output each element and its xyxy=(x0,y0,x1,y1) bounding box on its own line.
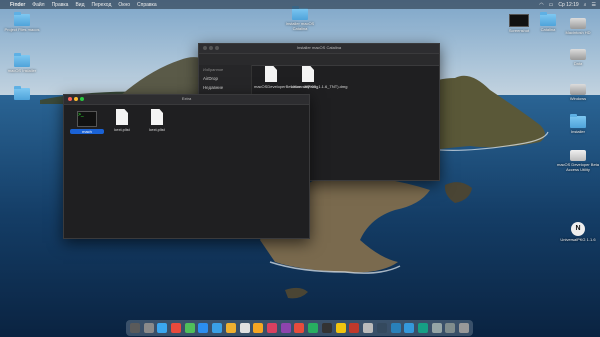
dock-app-icon[interactable] xyxy=(267,323,278,333)
menu-window[interactable]: Окно xyxy=(118,2,130,8)
dock-app-icon[interactable] xyxy=(349,323,360,333)
menu-finder[interactable]: Finder xyxy=(10,2,25,8)
dock-app-icon[interactable] xyxy=(321,323,332,333)
dock-app-icon[interactable] xyxy=(143,323,154,333)
dock-app-icon[interactable] xyxy=(198,323,209,333)
desktop-drive-data[interactable]: Data xyxy=(556,49,600,66)
sidebar-item-airdrop[interactable]: AirDrop xyxy=(199,74,251,83)
window-titlebar[interactable]: Extra xyxy=(64,95,309,105)
folder-icon xyxy=(14,12,30,26)
folder-icon xyxy=(292,6,308,20)
desktop-folder-installer-catalina[interactable]: Installer macOS Catalina xyxy=(278,6,322,31)
menu-help[interactable]: Справка xyxy=(137,2,157,8)
dmg-file-icon xyxy=(302,66,314,82)
sidebar-item-recents[interactable]: Недавние xyxy=(199,83,251,92)
hard-drive-icon xyxy=(570,18,586,29)
file-macos-developer-beta-dmg[interactable]: macOSDeveloperBetaAcc...ility.dmg xyxy=(254,66,318,89)
dock-app-icon[interactable] xyxy=(171,323,182,333)
clock[interactable]: Ср 12:19 xyxy=(558,2,578,8)
hard-drive-icon xyxy=(570,49,586,60)
terminal-executable-icon: >_ xyxy=(77,111,97,127)
desktop-folder-macos-installer[interactable]: macOS Installer xyxy=(0,53,44,73)
dock-app-icon[interactable] xyxy=(390,323,401,333)
menu-go[interactable]: Переход xyxy=(92,2,112,8)
plist-file-icon xyxy=(116,109,128,125)
dock-app-icon[interactable] xyxy=(335,323,346,333)
menu-edit[interactable]: Правка xyxy=(52,2,69,8)
folder-icon xyxy=(540,12,556,26)
desktop-folder-installer[interactable]: Installer xyxy=(556,114,600,134)
window-titlebar[interactable]: Installer macOS Catalina xyxy=(199,44,439,54)
wifi-icon[interactable]: ◠ xyxy=(539,2,543,8)
file-kext-plist-2[interactable]: kext.plist xyxy=(140,109,174,132)
dock-app-icon[interactable] xyxy=(404,323,415,333)
dock-app-icon[interactable] xyxy=(253,323,264,333)
desktop-file-universalpkg[interactable]: N UniversalPKG 1.1.6 xyxy=(556,222,600,242)
dock-app-icon[interactable] xyxy=(157,323,168,333)
window-title: Extra xyxy=(181,96,192,101)
window-title: Installer macOS Catalina xyxy=(296,45,342,50)
dock-app-icon[interactable] xyxy=(225,323,236,333)
desktop-drive-macintosh-hd[interactable]: Macintosh HD xyxy=(556,18,600,35)
tnt-logo-icon: N xyxy=(571,222,585,236)
desktop-folder-project-files[interactable]: Project Files macos xyxy=(0,12,44,32)
plist-file-icon xyxy=(151,109,163,125)
dock-app-icon[interactable] xyxy=(417,323,428,333)
folder-icon xyxy=(14,53,30,67)
search-icon[interactable]: ⌕ xyxy=(584,2,587,8)
dock-app-icon[interactable] xyxy=(129,323,140,333)
dock-app-icon[interactable] xyxy=(363,323,374,333)
menu-bar: Finder Файл Правка Вид Переход Окно Спра… xyxy=(0,0,600,9)
file-universalpkg-dmg[interactable]: UniversalPKG_1.1.6_TNT).dmg xyxy=(291,66,347,89)
menu-view[interactable]: Вид xyxy=(75,2,84,8)
finder-window-extra: Extra >_ mach kext.plist kext.plist xyxy=(63,94,310,239)
sidebar-header: Избранное xyxy=(203,67,224,72)
dock-app-icon[interactable] xyxy=(280,323,291,333)
folder-icon xyxy=(14,86,30,100)
disk-image-icon xyxy=(570,150,586,161)
hard-drive-icon xyxy=(570,84,586,95)
dock-app-icon[interactable] xyxy=(459,323,470,333)
dock-app-icon[interactable] xyxy=(184,323,195,333)
dock-app-icon[interactable] xyxy=(239,323,250,333)
dock-app-icon[interactable] xyxy=(294,323,305,333)
desktop-folder-3[interactable] xyxy=(0,86,44,101)
menu-file[interactable]: Файл xyxy=(32,2,44,8)
file-kext-plist-1[interactable]: kext.plist xyxy=(105,109,139,132)
dock-app-icon[interactable] xyxy=(308,323,319,333)
dock-app-icon[interactable] xyxy=(376,323,387,333)
dock xyxy=(126,320,473,336)
desktop-drive-windows[interactable]: Windows xyxy=(556,84,600,101)
folder-icon xyxy=(570,114,586,128)
battery-icon[interactable]: ▭ xyxy=(549,2,554,8)
dock-app-icon[interactable] xyxy=(445,323,456,333)
dock-app-icon[interactable] xyxy=(431,323,442,333)
control-center-icon[interactable]: ☰ xyxy=(592,2,596,8)
dmg-file-icon xyxy=(265,66,277,82)
desktop-file-developer-beta-utility[interactable]: macOS Developer Beta Access Utility xyxy=(556,150,600,172)
dock-app-icon[interactable] xyxy=(212,323,223,333)
file-mach[interactable]: >_ mach xyxy=(70,111,104,134)
